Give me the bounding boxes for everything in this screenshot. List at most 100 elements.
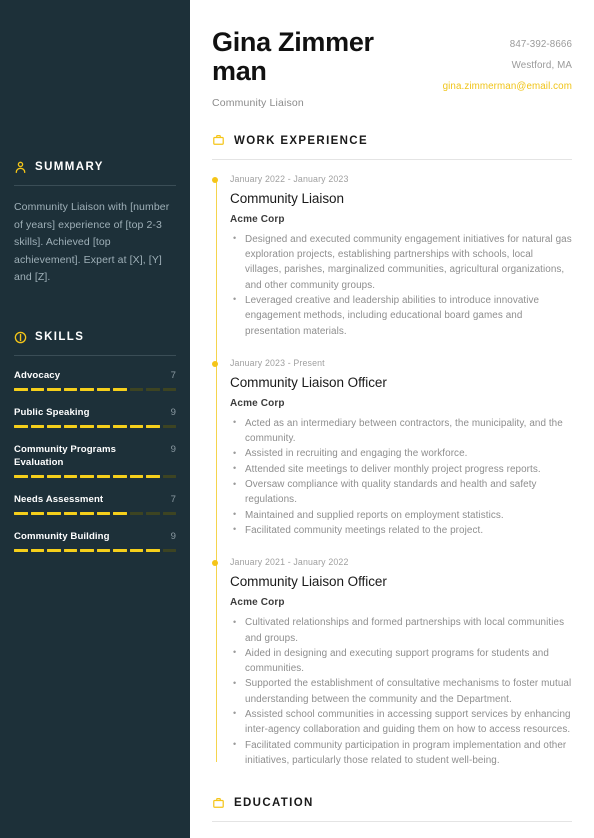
skill-name: Needs Assessment xyxy=(14,494,104,505)
entry-bullet-list: Acted as an intermediary between contrac… xyxy=(230,415,572,538)
summary-text: Community Liaison with [number of years]… xyxy=(14,201,170,283)
entry-bullet: Assisted in recruiting and engaging the … xyxy=(233,446,572,462)
skill-rating-segment xyxy=(146,512,160,515)
skill-row: Public Speaking 9 xyxy=(14,406,176,419)
skill-meter-icon xyxy=(14,331,27,344)
entry-date-range: January 2021 - January 2022 xyxy=(230,557,349,568)
briefcase-icon xyxy=(212,134,225,147)
skill-score: 7 xyxy=(170,494,176,505)
skill-rating-segment xyxy=(47,475,61,478)
skill-rating-segment xyxy=(96,425,110,428)
skill-rating-segment xyxy=(146,425,160,428)
entry-company: Acme Corp xyxy=(230,213,285,225)
skill-item: Needs Assessment 7 xyxy=(14,493,176,515)
work-experience-entry: January 2023 - Present Community Liaison … xyxy=(212,358,572,538)
skill-rating-segment xyxy=(129,475,143,478)
skill-rating-segment xyxy=(162,512,176,515)
entry-bullet: Acted as an intermediary between contrac… xyxy=(233,415,572,447)
entry-role: Community Liaison Officer xyxy=(230,574,387,590)
job-title: Community Liaison xyxy=(212,96,304,109)
skill-rating-segment xyxy=(30,512,44,515)
skill-rating-segment xyxy=(80,475,94,478)
education-title: EDUCATION xyxy=(234,797,314,810)
sidebar-section-summary: SUMMARY Community Liaison with [number o… xyxy=(14,0,176,287)
skill-rating-bar xyxy=(14,512,176,515)
skill-rating-segment xyxy=(14,425,28,428)
skill-rating-segment xyxy=(113,549,127,552)
skill-rating-segment xyxy=(113,512,127,515)
full-name: Gina Zimmerman xyxy=(212,27,374,86)
entry-bullet: Facilitated community participation in p… xyxy=(233,737,572,769)
skill-rating-segment xyxy=(47,388,61,391)
resume-document: SUMMARY Community Liaison with [number o… xyxy=(0,0,594,838)
skill-rating-segment xyxy=(14,549,28,552)
skill-row: Advocacy 7 xyxy=(14,369,176,382)
entry-bullet: Oversaw compliance with quality standard… xyxy=(233,477,572,508)
skill-rating-segment xyxy=(80,388,94,391)
skill-item: Community Building 9 xyxy=(14,530,176,552)
skill-rating-segment xyxy=(14,388,28,391)
skill-rating-segment xyxy=(63,388,77,391)
skill-rating-segment xyxy=(30,425,44,428)
skill-rating-bar xyxy=(14,475,176,478)
entry-bullet: Facilitated community meetings related t… xyxy=(233,522,572,538)
skill-name: Community Programs Evaluation xyxy=(14,444,117,468)
skill-rating-segment xyxy=(63,475,77,478)
summary-title: SUMMARY xyxy=(35,161,104,173)
skill-item: Public Speaking 9 xyxy=(14,406,176,428)
skill-score: 7 xyxy=(170,370,176,381)
entry-bullet: Attended site meetings to deliver monthl… xyxy=(233,461,572,477)
skill-rating-segment xyxy=(80,425,94,428)
timeline-dot-icon xyxy=(212,560,218,567)
name-block: Gina Zimmerman Community Liaison xyxy=(212,28,384,109)
skill-rating-bar xyxy=(14,388,176,391)
skills-header: SKILLS xyxy=(14,328,176,346)
entry-bullet: Leveraged creative and leadership abilit… xyxy=(233,292,572,339)
skill-rating-segment xyxy=(129,425,143,428)
skill-rating-segment xyxy=(14,512,28,515)
skill-rating-segment xyxy=(63,425,77,428)
skills-divider xyxy=(14,355,176,356)
entry-company: Acme Corp xyxy=(230,597,285,609)
contact-block: 847-392-8666 Westford, MA gina.zimmerman… xyxy=(443,28,572,97)
timeline-dot-icon xyxy=(212,360,218,367)
entry-bullet-list: Cultivated relationships and formed part… xyxy=(230,615,572,768)
skill-rating-segment xyxy=(63,512,77,515)
sidebar-section-skills: SKILLS Advocacy 7 Public Speaking 9 Communit… xyxy=(14,297,176,552)
email-address[interactable]: gina.zimmerman@email.com xyxy=(443,76,572,97)
work-experience-entry: January 2021 - January 2022 Community Lia… xyxy=(212,557,572,768)
skill-rating-segment xyxy=(129,388,143,391)
skill-score: 9 xyxy=(170,444,176,455)
entry-bullet: Aided in designing and executing support… xyxy=(233,645,572,677)
location: Westford, MA xyxy=(511,60,572,71)
skill-rating-segment xyxy=(47,425,61,428)
skill-rating-segment xyxy=(63,549,77,552)
skill-rating-segment xyxy=(162,425,176,428)
skill-name: Public Speaking xyxy=(14,407,90,418)
work-experience-title: WORK EXPERIENCE xyxy=(234,134,368,147)
timeline-dot-icon xyxy=(212,176,218,183)
skill-rating-segment xyxy=(30,549,44,552)
skill-rating-segment xyxy=(113,475,127,478)
entry-role: Community Liaison Officer xyxy=(230,374,387,390)
skill-item: Advocacy 7 xyxy=(14,369,176,391)
work-experience-entry: January 2022 - January 2023 Community Lia… xyxy=(212,174,572,339)
entry-bullet: Maintained and supplied reports on emplo… xyxy=(233,507,572,523)
skill-rating-segment xyxy=(146,475,160,478)
skill-rating-segment xyxy=(47,549,61,552)
skill-rating-segment xyxy=(129,549,143,552)
resume-header: Gina Zimmerman Community Liaison 847-392… xyxy=(212,0,572,109)
main-content: Gina Zimmerman Community Liaison 847-392… xyxy=(190,0,594,838)
phone-number: 847-392-8666 xyxy=(509,39,572,50)
briefcase-icon xyxy=(212,797,225,810)
entry-company: Acme Corp xyxy=(230,397,285,409)
skill-rating-segment xyxy=(129,512,143,515)
sidebar: SUMMARY Community Liaison with [number o… xyxy=(0,0,190,838)
work-experience-timeline: January 2022 - January 2023 Community Lia… xyxy=(212,174,572,768)
skill-row: Community Building 9 xyxy=(14,530,176,543)
skills-title: SKILLS xyxy=(35,331,85,343)
skill-rating-segment xyxy=(96,549,110,552)
skill-rating-segment xyxy=(47,512,61,515)
section-work-experience: WORK EXPERIENCE January 2022 - January 2… xyxy=(212,132,572,768)
work-experience-header: WORK EXPERIENCE xyxy=(212,132,572,150)
